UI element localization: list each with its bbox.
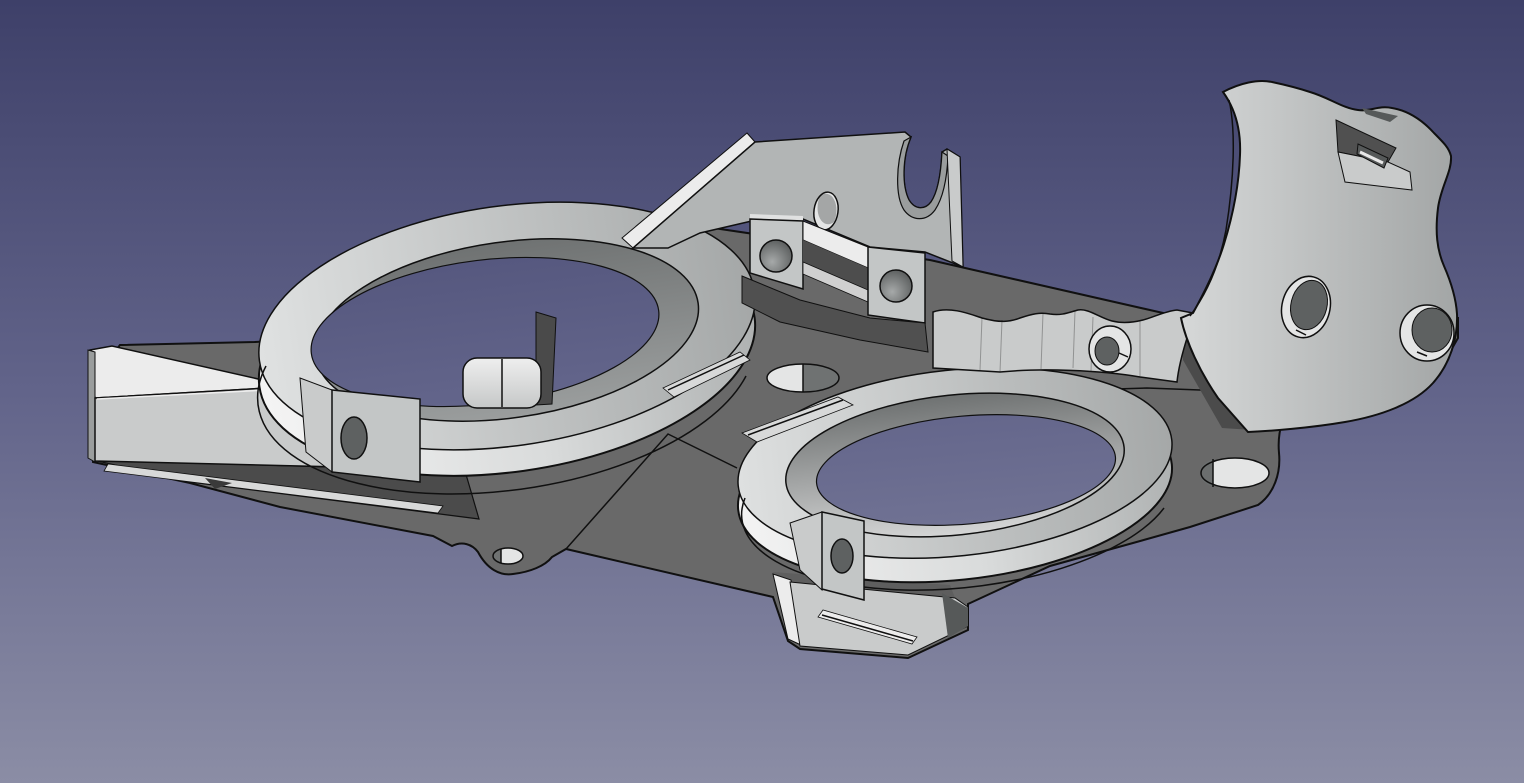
bracket-counterbore-right[interactable] [1400, 305, 1454, 361]
rail-end-cap[interactable] [88, 350, 95, 462]
right-belt-block-hole[interactable] [880, 270, 912, 302]
left-belt-block-hole[interactable] [760, 240, 792, 272]
cad-window: Base plate [0, 0, 1524, 783]
back-wall-counterbore[interactable] [1089, 326, 1131, 372]
left-clamp-bore[interactable] [341, 417, 367, 459]
plate-bore-center[interactable] [767, 364, 839, 392]
viewport-3d[interactable]: Base plate [0, 0, 1524, 783]
plate-bore-small[interactable] [493, 548, 523, 564]
plate-bore-right[interactable] [1201, 458, 1269, 488]
right-clamp-bore[interactable] [831, 539, 853, 573]
